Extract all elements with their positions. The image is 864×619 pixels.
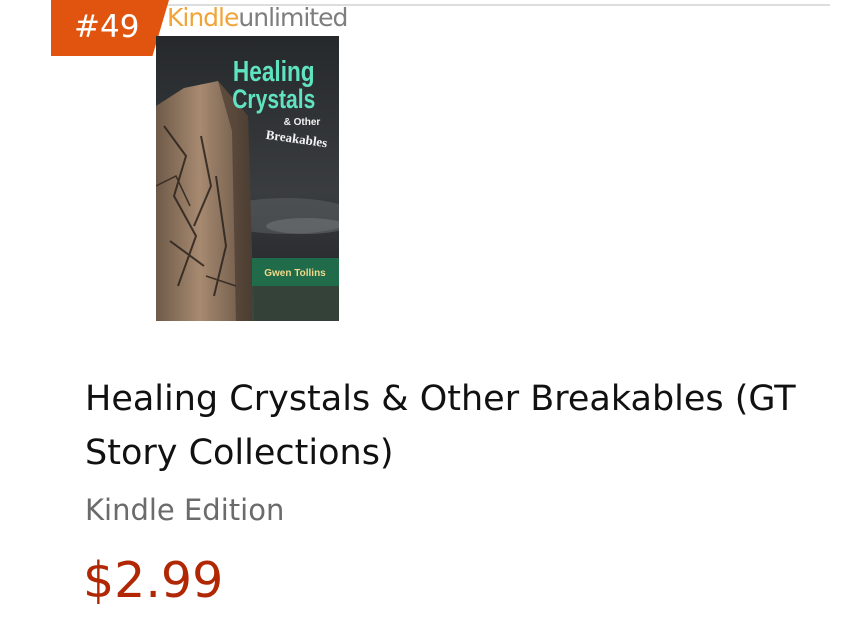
book-cover-image[interactable]: Healing Crystals & Other Breakables Gwen… — [156, 36, 339, 321]
rank-badge: #49 — [51, 0, 169, 56]
cover-title-line1: Healing — [233, 54, 315, 87]
kindle-unlimited-logo: Kindleunlimited — [167, 3, 348, 32]
product-card[interactable]: Kindleunlimited #49 Healing Crystals & O… — [0, 0, 864, 619]
cover-author: Gwen Tollins — [264, 268, 326, 279]
cover-title-line2: Crystals — [232, 85, 315, 115]
product-format: Kindle Edition — [85, 493, 285, 527]
cover-subtitle-line1: & Other — [284, 117, 321, 128]
product-price: $2.99 — [83, 552, 224, 609]
product-title[interactable]: Healing Crystals & Other Breakables (GT … — [85, 372, 815, 480]
